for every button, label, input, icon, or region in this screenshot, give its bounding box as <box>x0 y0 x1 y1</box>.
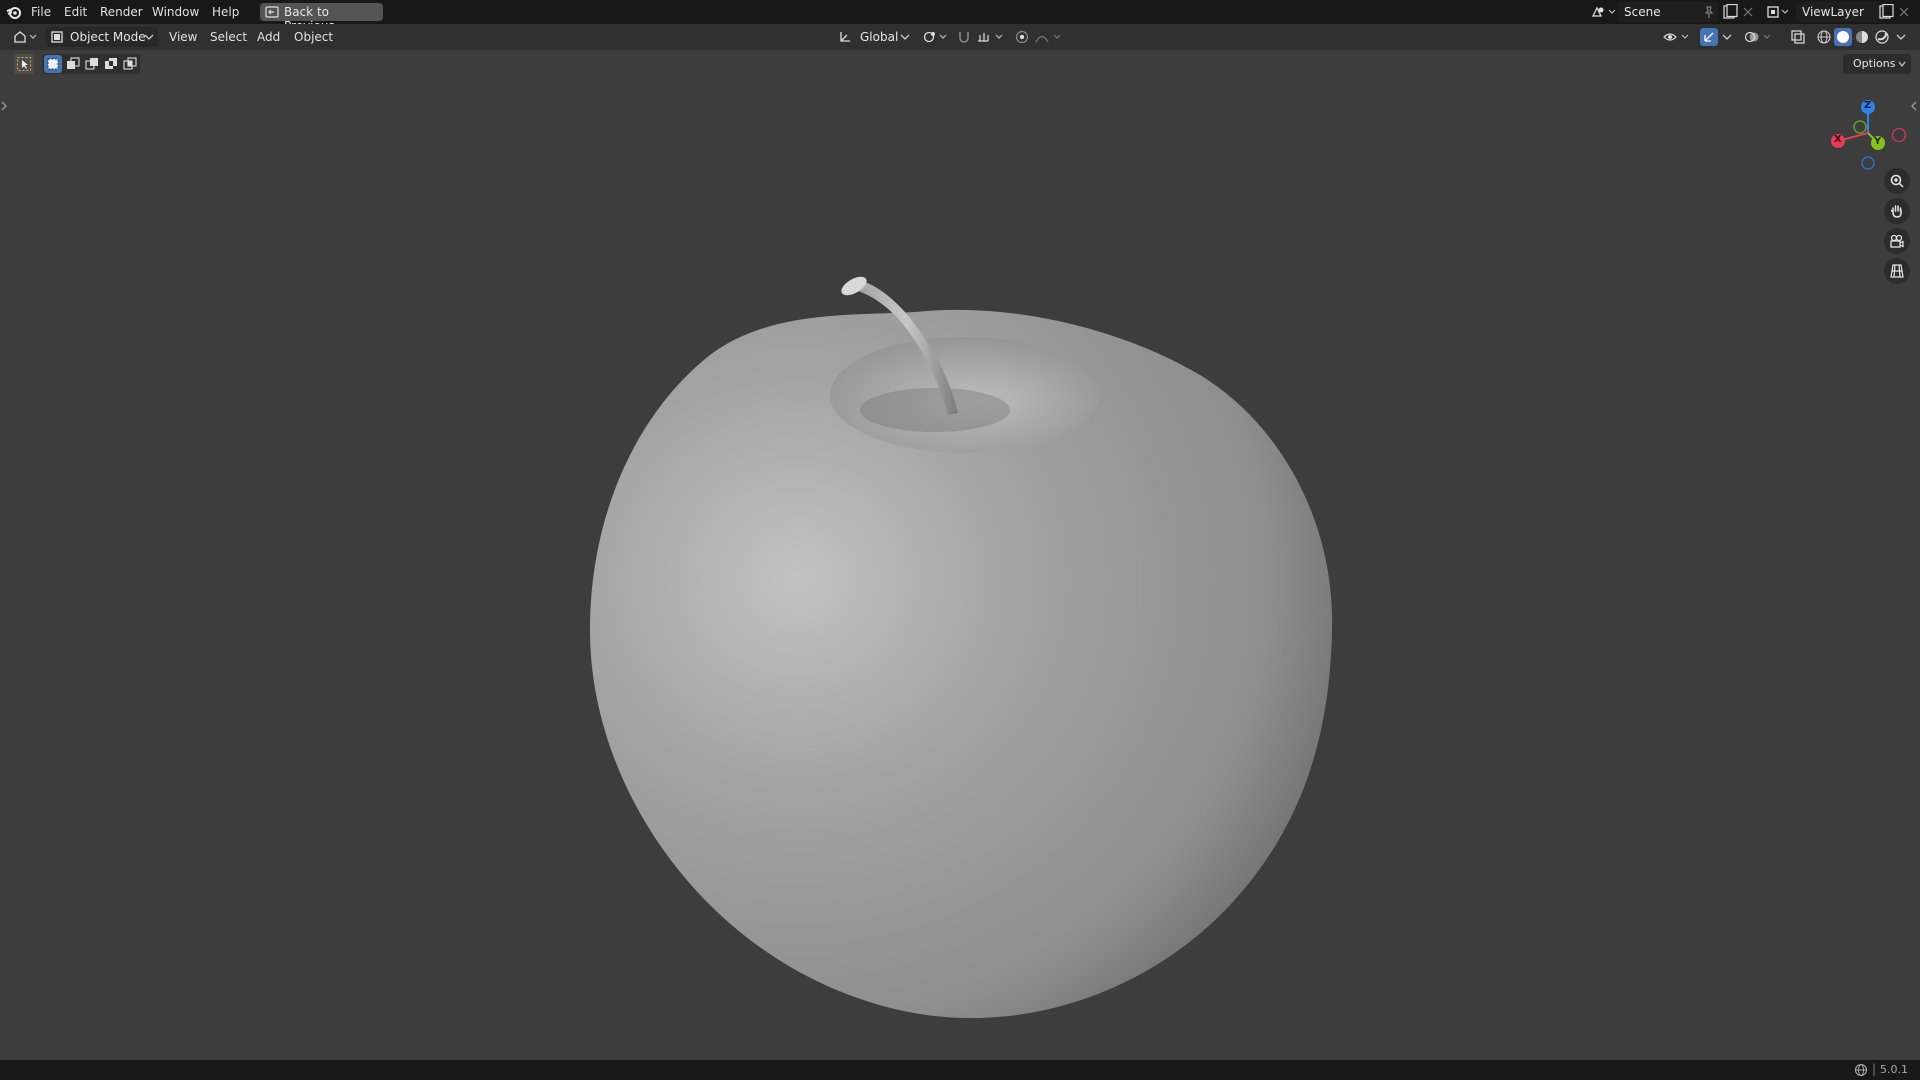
gizmo-icon <box>1704 32 1714 42</box>
menu-window[interactable]: Window <box>152 0 199 24</box>
camera-icon <box>1890 234 1904 248</box>
proportional-editing-icon[interactable] <box>1014 29 1030 45</box>
grid-ortho-icon <box>1890 264 1904 278</box>
select-intersect-icon[interactable] <box>123 57 137 71</box>
pan-button[interactable] <box>1884 198 1910 224</box>
select-difference-icon[interactable] <box>104 57 118 71</box>
version-label: 5.0.1 <box>1880 1063 1908 1076</box>
back-icon <box>265 6 279 18</box>
orientation-icon <box>840 32 850 42</box>
pivot-point-icon[interactable] <box>922 29 950 45</box>
scene-name: Scene <box>1624 5 1661 19</box>
hand-pan-icon <box>1890 205 1902 218</box>
select-new-icon <box>47 58 59 70</box>
options-label: Options <box>1853 57 1896 70</box>
material-preview-icon[interactable] <box>1854 29 1870 45</box>
status-bar: | 5.0.1 <box>0 1060 1920 1080</box>
gizmo-y-label: Y <box>1874 136 1882 147</box>
chevron-down-icon[interactable] <box>1722 33 1732 41</box>
chevron-down-icon <box>1898 61 1906 67</box>
gizmo-z-label: Z <box>1864 100 1872 111</box>
ortho-toggle-button[interactable] <box>1884 258 1910 284</box>
solid-shading-icon <box>1837 31 1849 43</box>
scene-field[interactable]: Scene <box>1618 2 1718 22</box>
wireframe-shading-icon[interactable] <box>1816 29 1832 45</box>
axis-gizmo-graphic <box>1831 100 1907 170</box>
editor-type-icon[interactable] <box>12 29 40 45</box>
transform-orientation-selector[interactable]: Global <box>836 27 914 47</box>
menu-object[interactable]: Object <box>294 24 333 50</box>
cursor-icon <box>17 57 31 71</box>
select-new-button[interactable] <box>44 55 62 73</box>
snap-target-icon[interactable] <box>976 29 1006 45</box>
options-button[interactable]: Options <box>1843 54 1911 74</box>
falloff-icon[interactable] <box>1034 29 1064 45</box>
select-subtract-icon[interactable] <box>85 57 99 71</box>
new-scene-icon[interactable] <box>1722 4 1738 20</box>
rendered-shading-icon[interactable] <box>1874 29 1890 45</box>
new-view-layer-icon[interactable] <box>1878 4 1894 20</box>
orientation-label: Global <box>860 30 899 44</box>
menu-select[interactable]: Select <box>210 24 247 50</box>
viewport-header: Object Mode View Select Add Object Globa… <box>0 24 1920 50</box>
xray-icon[interactable] <box>1790 29 1806 45</box>
zoom-icon <box>1890 174 1904 188</box>
pin-icon[interactable] <box>1702 5 1716 19</box>
zoom-button[interactable] <box>1884 168 1910 194</box>
mode-label: Object Mode <box>70 30 146 44</box>
view-layer-icon[interactable] <box>1766 4 1794 20</box>
delete-view-layer-icon[interactable] <box>1898 6 1910 18</box>
chevron-down-icon[interactable] <box>1896 33 1906 41</box>
menu-render[interactable]: Render <box>100 0 143 24</box>
blender-logo-icon[interactable] <box>6 4 22 20</box>
back-to-previous-button[interactable]: Back to Previous <box>260 3 383 33</box>
menu-help[interactable]: Help <box>212 0 239 24</box>
menu-file[interactable]: File <box>31 0 51 24</box>
chevron-down-icon <box>144 34 154 40</box>
3d-viewport[interactable]: Options Z Y X <box>0 50 1920 1060</box>
menu-add[interactable]: Add <box>257 24 280 50</box>
status-separator: | <box>1872 1062 1877 1076</box>
gizmo-toggle[interactable] <box>1700 28 1718 46</box>
overlays-icon[interactable] <box>1744 29 1774 45</box>
menu-edit[interactable]: Edit <box>64 0 87 24</box>
toolbar-expand-icon[interactable] <box>0 100 8 112</box>
snap-icon[interactable] <box>956 29 972 45</box>
top-bar: File Edit Render Window Help Back to Pre… <box>0 0 1920 33</box>
solid-shading-toggle[interactable] <box>1834 28 1852 46</box>
mode-selector[interactable]: Object Mode <box>46 27 158 47</box>
gizmo-x-label: X <box>1834 134 1842 145</box>
chevron-down-icon <box>900 34 910 40</box>
apple-model[interactable] <box>560 210 1360 1060</box>
scene-icon[interactable] <box>1590 4 1618 20</box>
camera-view-button[interactable] <box>1884 228 1910 254</box>
view-layer-field[interactable]: ViewLayer <box>1796 2 1882 22</box>
delete-scene-icon[interactable] <box>1742 6 1754 18</box>
select-extend-icon[interactable] <box>66 57 80 71</box>
apple-cavity-shadow <box>860 388 1010 432</box>
menu-view[interactable]: View <box>169 24 197 50</box>
view-layer-name: ViewLayer <box>1802 5 1864 19</box>
navigation-gizmo[interactable]: Z Y X <box>1820 85 1920 175</box>
object-mode-icon <box>51 31 63 43</box>
select-tool-button[interactable] <box>14 54 34 74</box>
select-mode-group <box>42 54 140 74</box>
globe-icon <box>1854 1063 1868 1077</box>
visibility-selectability-icon[interactable] <box>1662 29 1692 45</box>
